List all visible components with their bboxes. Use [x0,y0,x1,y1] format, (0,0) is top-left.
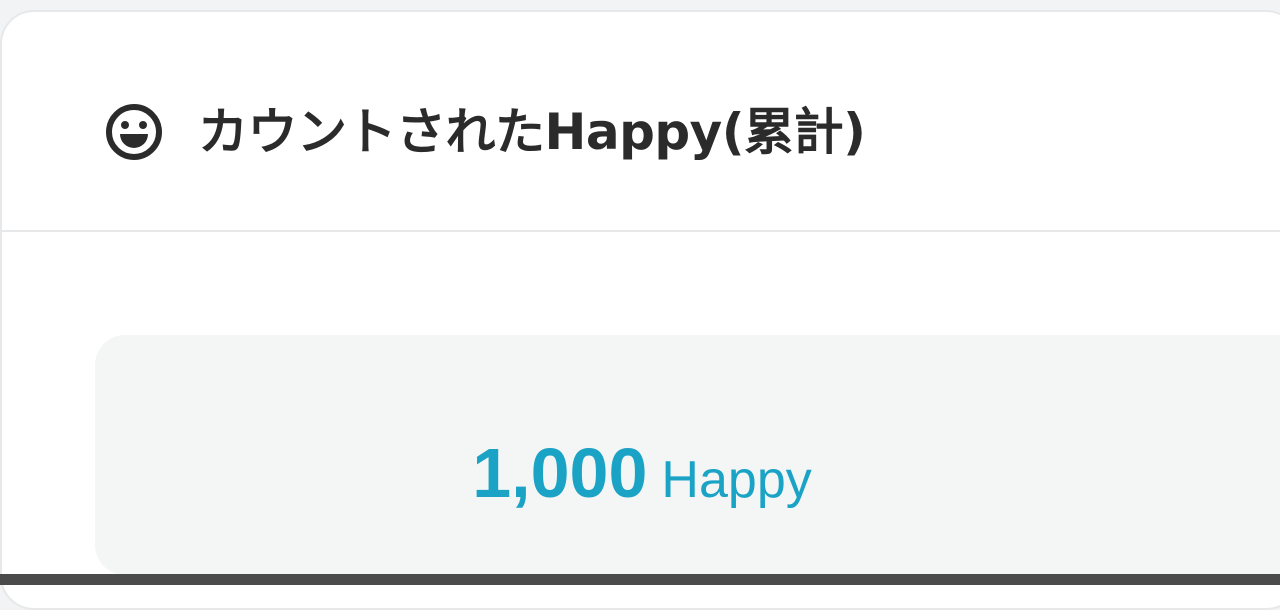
happy-count-line: 1,000 Happy [95,433,1189,513]
smile-icon [106,104,162,160]
happy-count-card: カウントされたHappy(累計) 1,000 Happy [0,10,1280,610]
happy-count-value: 1,000 [472,434,648,512]
card-header: カウントされたHappy(累計) [2,12,1280,232]
card-title: カウントされたHappy(累計) [198,103,866,161]
happy-count-unit: Happy [661,451,812,509]
bottom-edge-bar [0,574,1280,585]
happy-count-panel: 1,000 Happy [95,335,1280,575]
